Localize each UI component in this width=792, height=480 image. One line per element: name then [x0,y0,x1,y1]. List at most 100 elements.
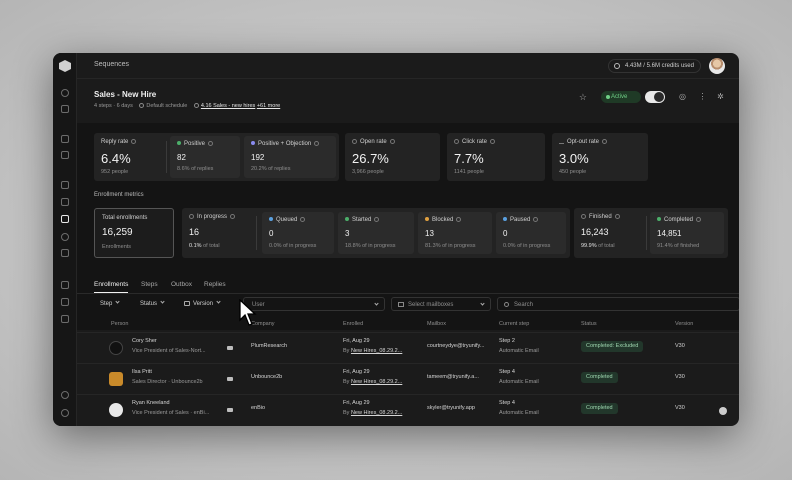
settings-icon[interactable] [61,391,69,399]
more-icon[interactable]: ⋮ [698,92,707,101]
in-progress-value: 16 [189,227,200,237]
paused-stat[interactable]: Paused 0 0.0% of in progress [496,212,566,254]
total-enrollments-card[interactable]: Total enrollments 16,259 Enrollments [94,208,174,258]
info-icon [300,217,306,222]
person-name[interactable]: Ilsa Pritt [132,369,152,375]
minus-icon [559,139,564,144]
completed-stat[interactable]: Completed 14,851 91.4% of finished [650,212,724,254]
inbox-icon[interactable] [61,105,69,113]
opt-out-label: Opt-out rate [567,139,600,145]
started-stat[interactable]: Started 3 18.8% of in progress [338,212,414,254]
reply-rate-sub: 952 people [101,169,129,175]
enrolled-by-link[interactable]: New Hires_08.29.2... [351,348,402,354]
view-icon[interactable]: ◎ [678,92,687,101]
chevron-down-icon [216,299,221,304]
mail-open-icon [352,139,357,144]
column-enrolled[interactable]: Enrolled [343,321,363,327]
steps-count: 4 steps · 6 days [94,103,133,109]
positive-objection-stat[interactable]: Positive + Objection 192 20.2% of replie… [244,136,336,178]
company-logo [109,403,123,417]
opt-out-card[interactable]: Opt-out rate 3.0% 450 people [552,133,648,181]
filter-icon[interactable] [61,181,69,189]
positive-stat[interactable]: Positive 82 8.6% of replies [170,136,240,178]
positive-objection-sub: 20.2% of replies [251,166,291,172]
step-filter[interactable]: Step [100,297,120,311]
help-bubble-icon[interactable] [719,407,727,415]
company-name[interactable]: PlumResearch [251,343,287,349]
target-icon[interactable] [61,233,69,241]
version-filter[interactable]: Version [184,297,221,311]
finished-label: Finished [589,214,612,220]
tab-outbox[interactable]: Outbox [171,281,192,288]
mailbox: skyler@tryunify.app [427,405,475,411]
workflow-icon[interactable] [61,281,69,289]
reply-rate-stat[interactable]: Reply rate 6.4% 952 people [94,133,166,181]
person-title: Sales Director · Unbounce2b [132,379,203,385]
blocked-label: Blocked [432,217,454,223]
mailbox-icon [398,302,404,307]
tab-replies[interactable]: Replies [204,281,226,288]
mailbox-icon [193,103,199,108]
enrolled-by-link[interactable]: New Hires_08.29.2... [351,379,402,385]
column-version[interactable]: Version [675,321,693,327]
queued-stat[interactable]: Queued 0 0.0% of in progress [262,212,334,254]
schedule-link[interactable]: Default schedule [146,103,187,109]
active-toggle[interactable] [645,91,665,103]
user-select[interactable]: User [243,297,385,311]
current-step: Step 4 [499,400,515,406]
open-rate-card[interactable]: Open rate 26.7% 3,966 people [345,133,440,181]
email-icon[interactable] [227,377,233,381]
column-status[interactable]: Status [581,321,597,327]
help-icon[interactable] [61,409,69,417]
avatar[interactable] [709,58,725,74]
star-icon[interactable]: ☆ [579,91,587,103]
finished-pct: 99.9% [581,243,597,249]
finished-stat[interactable]: Finished 16,243 99.9% of total [574,208,646,258]
gear-icon[interactable]: ✲ [716,92,725,101]
mailbox-select-placeholder: Select mailboxes [408,302,454,308]
in-progress-stat[interactable]: In progress 16 0.1% of total [182,208,256,258]
tab-enrollments[interactable]: Enrollments [94,281,129,293]
table-row[interactable]: Cory Sher Vice President of Sales-Nort..… [77,332,739,363]
breadcrumb[interactable]: Sequences [94,61,129,68]
folder-icon[interactable] [61,315,69,323]
header-actions: ☆ Active ◎ ⋮ ✲ [77,91,725,103]
positive-label: Positive [184,141,206,147]
mailbox-select[interactable]: Select mailboxes [391,297,491,311]
company-name[interactable]: Unbounce2b [251,374,282,380]
more-mailboxes-link[interactable]: +61 more [257,103,280,109]
app-logo-icon[interactable] [59,60,71,72]
queued-dot [269,217,273,221]
column-person[interactable]: Person [111,321,128,327]
email-icon[interactable] [227,408,233,412]
credits-badge[interactable]: 4.43M / 5.6M credits used [607,59,701,73]
sequence-meta: 4 steps · 6 days Default schedule 4.16 S… [94,103,280,109]
mailbox-link[interactable]: 4.16 Sales - new hires [201,103,255,109]
people-icon[interactable] [61,135,69,143]
list-icon[interactable] [61,198,69,206]
info-icon [314,141,320,146]
table-row[interactable]: Ryan Kneeland Vice President of Sales · … [77,394,739,425]
company-name[interactable]: enBio [251,405,265,411]
click-rate-card[interactable]: Click rate 7.7% 1141 people [447,133,545,181]
person-name[interactable]: Cory Sher [132,338,157,344]
email-icon[interactable] [227,346,233,350]
home-icon[interactable] [61,89,69,97]
person-name[interactable]: Ryan Kneeland [132,400,170,406]
chart-icon[interactable] [61,249,69,257]
status-filter[interactable]: Status [140,297,165,311]
column-current-step[interactable]: Current step [499,321,529,327]
enrolled-by-link[interactable]: New Hires_08.29.2... [351,410,402,416]
click-rate-value: 7.7% [454,151,484,166]
column-mailbox[interactable]: Mailbox [427,321,446,327]
search-input[interactable]: Search [497,297,739,311]
companies-icon[interactable] [61,151,69,159]
version: V30 [675,343,685,349]
blocked-sub: 81.3% of in progress [425,243,476,249]
table-row[interactable]: Ilsa Pritt Sales Director · Unbounce2b U… [77,363,739,394]
filter-bar: Step Status Version User Select mailboxe… [77,297,739,311]
analytics-icon[interactable] [61,298,69,306]
blocked-stat[interactable]: Blocked 13 81.3% of in progress [418,212,492,254]
send-icon[interactable] [61,215,69,223]
tab-steps[interactable]: Steps [141,281,158,288]
